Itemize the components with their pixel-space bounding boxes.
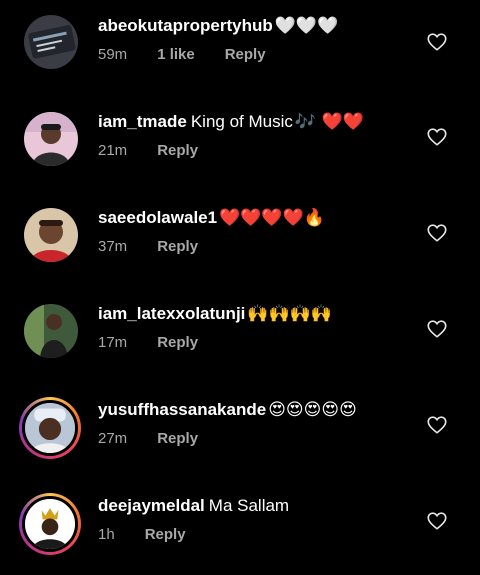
comment-emoji: ❤️❤️❤️❤️🔥 <box>219 208 325 228</box>
comment-item: iam_tmade King of Music 🎶 ❤️❤️ 21m Reply <box>0 96 480 192</box>
avatar[interactable] <box>24 112 78 166</box>
timestamp: 27m <box>98 430 128 447</box>
timestamp: 37m <box>98 238 128 255</box>
comment-meta: 1h Reply <box>98 525 186 545</box>
heart-outline-icon <box>427 128 447 146</box>
comment-item: deejaymeldal Ma Sallam 1h Reply <box>0 480 480 575</box>
like-button[interactable] <box>426 31 448 53</box>
heart-outline-icon <box>427 224 447 242</box>
comment-meta: 37m Reply <box>98 237 198 257</box>
like-button[interactable] <box>426 126 448 148</box>
timestamp: 59m <box>98 46 128 63</box>
like-button[interactable] <box>426 414 448 436</box>
comment-meta: 59m 1 like Reply <box>98 45 266 65</box>
heart-outline-icon <box>427 320 447 338</box>
username[interactable]: deejaymeldal <box>98 496 205 515</box>
username[interactable]: iam_tmade <box>98 112 187 131</box>
avatar-with-story-ring[interactable] <box>19 397 81 459</box>
avatar-image <box>24 112 78 166</box>
avatar-image <box>25 499 75 549</box>
avatar[interactable] <box>24 208 78 262</box>
comment-header: yusuffhassanakande 😍😍😍😍😍 <box>98 398 357 422</box>
heart-outline-icon <box>427 416 447 434</box>
reply-button[interactable]: Reply <box>157 141 198 161</box>
comment-header: abeokutapropertyhub 🤍🤍🤍 <box>98 14 338 38</box>
username[interactable]: saeedolawale1 <box>98 208 217 227</box>
comment-text: King of Music <box>190 112 293 131</box>
like-button[interactable] <box>426 222 448 244</box>
username[interactable]: yusuffhassanakande <box>98 400 266 419</box>
comment-header: saeedolawale1 ❤️❤️❤️❤️🔥 <box>98 206 325 230</box>
like-button[interactable] <box>426 510 448 532</box>
username[interactable]: abeokutapropertyhub <box>98 16 273 35</box>
timestamp: 17m <box>98 334 128 351</box>
heart-outline-icon <box>427 512 447 530</box>
avatar-with-story-ring[interactable] <box>19 493 81 555</box>
reply-button[interactable]: Reply <box>225 45 266 65</box>
avatar-image <box>24 208 78 262</box>
reply-button[interactable]: Reply <box>145 525 186 545</box>
comment-item: saeedolawale1 ❤️❤️❤️❤️🔥 37m Reply <box>0 192 480 288</box>
comment-emoji: 🤍🤍🤍 <box>274 16 339 36</box>
reply-button[interactable]: Reply <box>157 333 198 353</box>
comment-item: abeokutapropertyhub 🤍🤍🤍 59m 1 like Reply <box>0 0 480 96</box>
timestamp: 21m <box>98 142 128 159</box>
timestamp: 1h <box>98 526 115 543</box>
avatar-image <box>24 304 78 358</box>
comment-header: deejaymeldal Ma Sallam <box>98 494 289 518</box>
comment-header: iam_tmade King of Music 🎶 ❤️❤️ <box>98 110 364 134</box>
comment-text: Ma Sallam <box>208 496 290 515</box>
comments-list: abeokutapropertyhub 🤍🤍🤍 59m 1 like Reply … <box>0 0 480 575</box>
comment-meta: 17m Reply <box>98 333 198 353</box>
comment-header: iam_latexxolatunji 🙌🙌🙌🙌 <box>98 302 332 326</box>
comment-emoji: 😍😍😍😍😍 <box>268 400 357 420</box>
comment-emoji: 🎶 ❤️❤️ <box>294 112 364 132</box>
avatar-image <box>25 403 75 453</box>
username[interactable]: iam_latexxolatunji <box>98 304 245 323</box>
avatar-image <box>24 15 78 69</box>
avatar[interactable] <box>24 15 78 69</box>
heart-outline-icon <box>427 33 447 51</box>
comment-item: yusuffhassanakande 😍😍😍😍😍 27m Reply <box>0 384 480 480</box>
like-button[interactable] <box>426 318 448 340</box>
comment-meta: 21m Reply <box>98 141 198 161</box>
comment-meta: 27m Reply <box>98 429 198 449</box>
likes-count[interactable]: 1 like <box>157 45 195 65</box>
comment-emoji: 🙌🙌🙌🙌 <box>247 304 333 324</box>
avatar[interactable] <box>24 304 78 358</box>
reply-button[interactable]: Reply <box>157 237 198 257</box>
reply-button[interactable]: Reply <box>157 429 198 449</box>
comment-item: iam_latexxolatunji 🙌🙌🙌🙌 17m Reply <box>0 288 480 384</box>
